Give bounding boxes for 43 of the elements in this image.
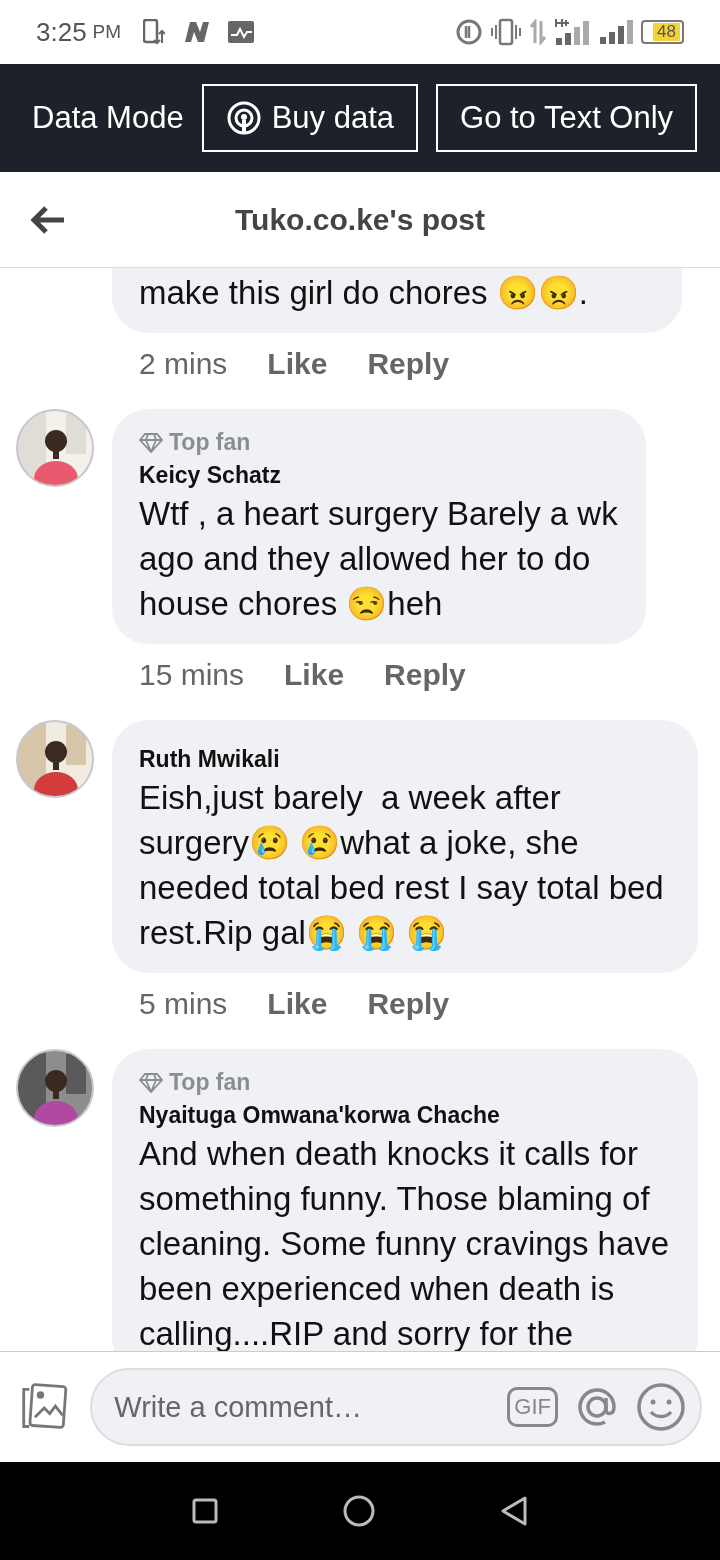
- like-link[interactable]: Like: [267, 347, 328, 381]
- like-link[interactable]: Like: [284, 658, 345, 692]
- vibrate-icon: [491, 18, 522, 46]
- buy-data-button[interactable]: Buy data: [201, 84, 418, 152]
- reply-link[interactable]: Reply: [384, 658, 466, 692]
- smiley-icon[interactable]: [636, 1382, 686, 1432]
- clock-time: 3:25: [36, 16, 87, 48]
- like-link[interactable]: Like: [267, 987, 328, 1021]
- comment-field[interactable]: Write a comment… GIF: [90, 1368, 702, 1446]
- battery-level: 48: [653, 23, 680, 41]
- top-fan-label: Top fan: [139, 429, 251, 456]
- data-arrows-icon: [529, 19, 548, 45]
- comment-time: 5 mins: [139, 987, 228, 1021]
- recents-icon[interactable]: [192, 1498, 219, 1524]
- data-mode-label: Data Mode: [32, 100, 184, 136]
- diamond-icon: [139, 1072, 163, 1093]
- comment-text: Wtf , a heart surgery Barely a wk ago and they allowed her to do house chores 😒heh: [139, 494, 619, 624]
- comment-time: 2 mins: [139, 347, 228, 381]
- home-icon[interactable]: [343, 1495, 375, 1527]
- comment-author[interactable]: Keicy Schatz: [139, 462, 620, 489]
- comment-time: 15 mins: [139, 658, 245, 692]
- broadcast-icon: [225, 100, 262, 136]
- comment-text: Eish,just barely a week after surgery😢 😢what a joke, she needed total bed rest I say total bed rest.Rip gal😭 😭 😭: [139, 778, 665, 953]
- photo-icon[interactable]: [20, 1382, 69, 1432]
- comment-author[interactable]: Nyaituga Omwana'korwa Chache: [139, 1102, 672, 1129]
- clock-period: PM: [92, 21, 122, 43]
- diamond-icon: [139, 432, 163, 453]
- top-fan-label: Top fan: [139, 1069, 251, 1096]
- signal-icon: [599, 19, 634, 45]
- text-only-button[interactable]: Go to Text Only: [436, 84, 698, 152]
- sync-icon: [455, 18, 484, 46]
- reply-link[interactable]: Reply: [367, 347, 450, 381]
- reply-link[interactable]: Reply: [367, 987, 450, 1021]
- gif-button[interactable]: GIF: [507, 1387, 558, 1427]
- back-icon[interactable]: [499, 1496, 528, 1526]
- phone-data-icon: [143, 19, 166, 45]
- comment-author[interactable]: Ruth Mwikali: [139, 746, 672, 773]
- activity-icon: [227, 20, 256, 44]
- signal-hplus-icon: [555, 18, 592, 46]
- comment-text: make this girl do chores 😠😠.: [139, 273, 589, 313]
- back-button[interactable]: [30, 204, 66, 235]
- post-title: Tuko.co.ke's post: [234, 202, 486, 237]
- back-arrow-icon: [30, 204, 66, 235]
